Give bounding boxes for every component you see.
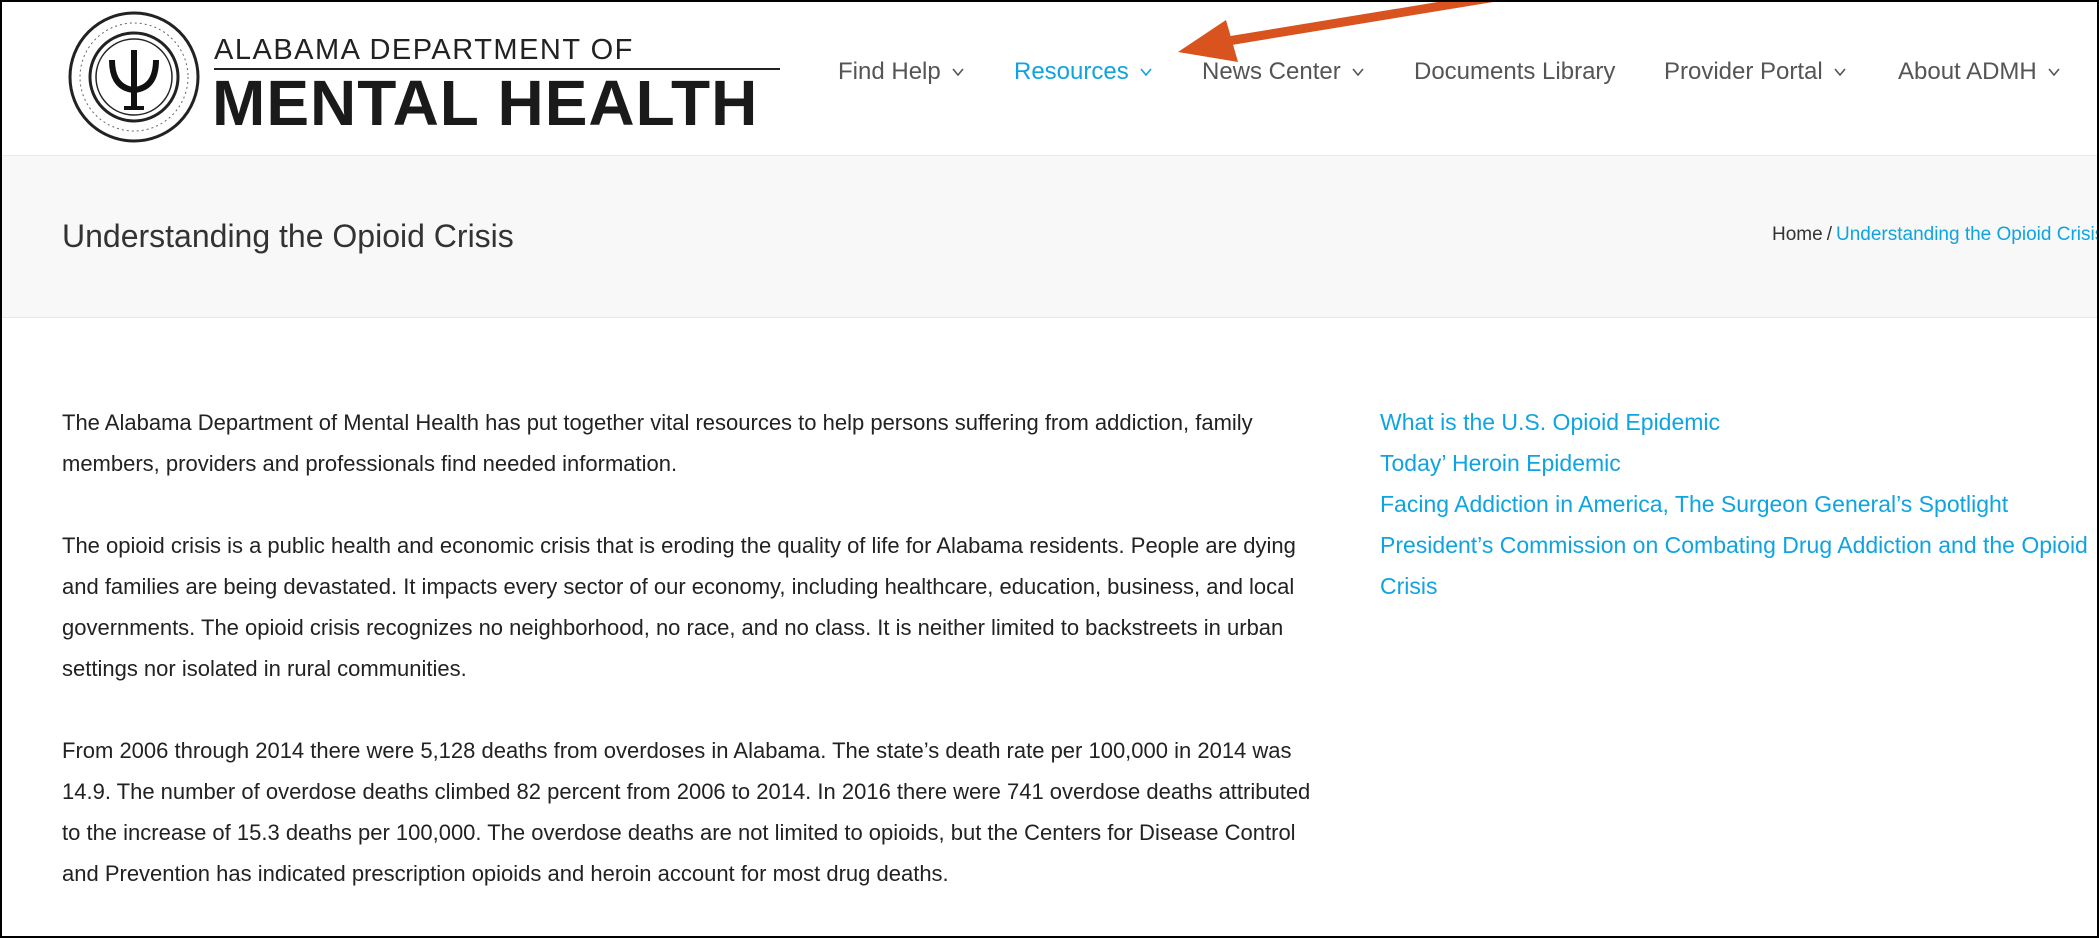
nav-label: Resources — [1014, 58, 1129, 85]
page-title-bar: Understanding the Opioid Crisis Home / Und… — [2, 156, 2097, 318]
chevron-down-icon — [2048, 68, 2060, 77]
content-paragraph: From 2006 through 2014 there were 5,128 … — [62, 738, 1311, 886]
chevron-down-icon — [952, 68, 964, 77]
nav-about-admh[interactable]: About ADMH — [1898, 58, 2061, 86]
content-paragraph: The opioid crisis is a public health and… — [62, 533, 1296, 681]
chevron-down-icon — [1834, 68, 1846, 77]
breadcrumb-home-link[interactable]: Home — [1772, 224, 1823, 245]
nav-label: About ADMH — [1898, 58, 2037, 85]
nav-label: Provider Portal — [1664, 58, 1823, 85]
breadcrumb: Home / Understanding the Opioid Crisis — [1772, 224, 2099, 246]
sidebar-link-presidents-commission[interactable]: President’s Commission on Combating Drug… — [1380, 525, 2097, 607]
page-title: Understanding the Opioid Crisis — [62, 218, 514, 254]
sidebar-link-surgeon-general[interactable]: Facing Addiction in America, The Surgeon… — [1380, 484, 2097, 525]
main-content: The Alabama Department of Mental Health … — [62, 402, 1332, 935]
resource-links-sidebar: What is the U.S. Opioid Epidemic Today’ … — [1380, 402, 2097, 607]
nav-label: Find Help — [838, 58, 941, 85]
sidebar-link-heroin-epidemic[interactable]: Today’ Heroin Epidemic — [1380, 443, 2097, 484]
main-navigation: Find Help Resources News Center Document… — [2, 58, 2097, 98]
sidebar-link-opioid-epidemic[interactable]: What is the U.S. Opioid Epidemic — [1380, 402, 2097, 443]
nav-provider-portal[interactable]: Provider Portal — [1664, 58, 1847, 86]
annotation-arrow-icon — [1178, 2, 1494, 62]
content-paragraph: The Alabama Department of Mental Health … — [62, 410, 1253, 476]
breadcrumb-current: Understanding the Opioid Crisis — [1835, 224, 2099, 245]
site-header: ALABAMA DEPARTMENT OF MENTAL HEALTH Find… — [2, 2, 2097, 156]
breadcrumb-separator: / — [1826, 224, 1832, 245]
browser-viewport: ALABAMA DEPARTMENT OF MENTAL HEALTH Find… — [0, 0, 2099, 938]
nav-find-help[interactable]: Find Help — [838, 58, 965, 86]
